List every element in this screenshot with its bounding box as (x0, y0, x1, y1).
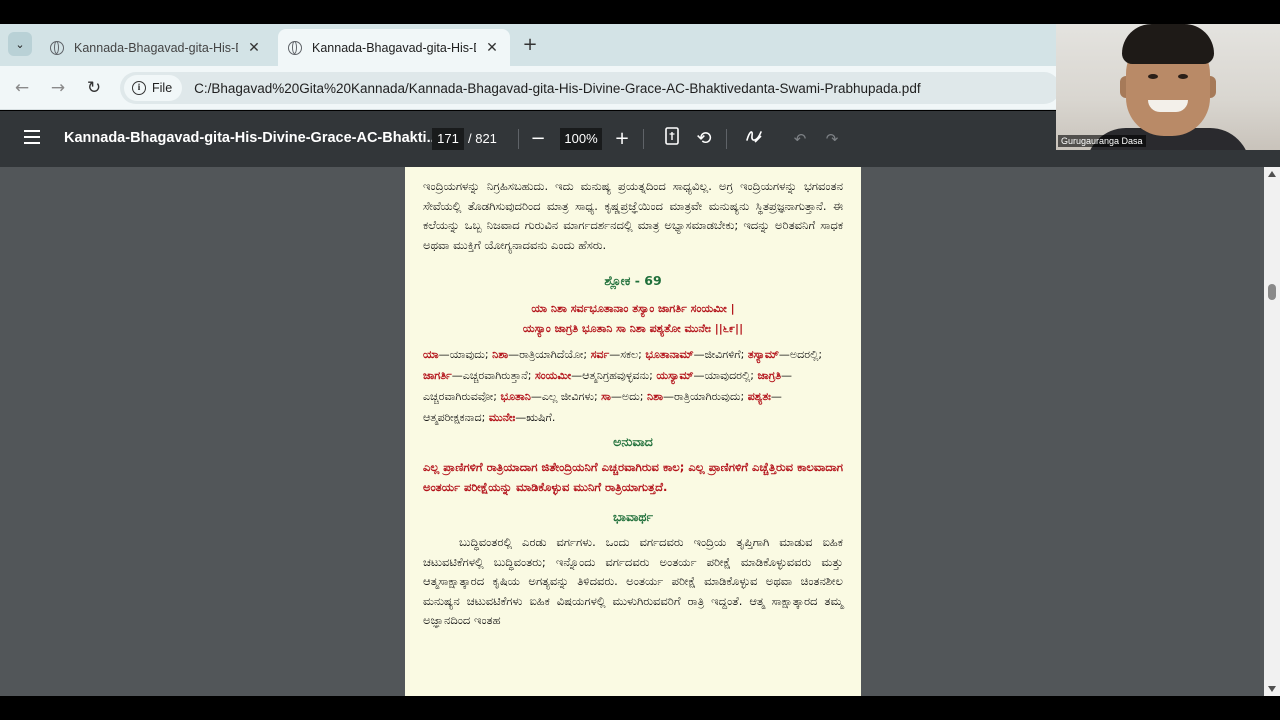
zoom-in-button[interactable]: + (610, 127, 634, 151)
zoom-level-input[interactable]: 100% (560, 128, 602, 150)
globe-icon (50, 40, 64, 55)
presenter-smile (1148, 100, 1188, 112)
presenter-hair (1122, 24, 1214, 64)
tab-title: Kannada-Bhagavad-gita-His-Divine-Grace (312, 40, 476, 55)
verse-line-2: ಯಸ್ಯಾಂ ಜಾಗ್ರತಿ ಭೂತಾನಿ ಸಾ ನಿಶಾ ಪಶ್ಯತೋ ಮುನ… (522, 321, 744, 335)
hamburger-menu-icon[interactable] (24, 130, 40, 144)
word-meaning: —ಅದರಲ್ಲಿ; (778, 348, 823, 361)
word-meaning: —ರಾತ್ರಿಯಾಗಿದೆಯೋ; (508, 348, 591, 361)
word-term: ಸಾ (601, 390, 611, 403)
new-tab-button[interactable]: + (520, 36, 540, 56)
word-term: ಜಾಗ್ರತಿ (757, 369, 782, 382)
site-info-chip[interactable]: i File (124, 75, 183, 101)
word-term: ಜಾಗರ್ತಿ (423, 369, 452, 382)
word-meaning: —ಯಾವುದರಲ್ಲಿ; (693, 369, 758, 382)
pdf-viewer[interactable]: ಇಂದ್ರಿಯಗಳನ್ನು ನಿಗ್ರಹಿಸಬಹುದು. ಇದು ಮನುಷ್ಯ … (0, 167, 1280, 696)
word-term: ಸಂಯಮೀ (534, 369, 572, 382)
close-icon[interactable]: ✕ (484, 39, 500, 56)
word-term: ಭೂತಾನಾಮ್ (645, 348, 694, 361)
word-term: ಪಶ್ಯತಃ (747, 390, 771, 403)
close-icon[interactable]: ✕ (246, 39, 262, 56)
scrollbar[interactable] (1264, 167, 1280, 696)
info-icon: i (132, 81, 146, 95)
tab-1[interactable]: Kannada-Bhagavad-gita-His-Divine-Grace ✕ (40, 29, 272, 66)
screen-top-border (0, 0, 1280, 24)
word-term: ಭೂತಾನಿ (500, 390, 531, 403)
zoom-out-button[interactable]: − (526, 127, 550, 151)
scroll-up-arrow-icon[interactable] (1268, 171, 1276, 177)
draw-annotate-icon[interactable] (742, 127, 766, 151)
redo-icon[interactable]: ↷ (820, 127, 844, 151)
word-meaning: —ಋಷಿಗೆ. (515, 411, 556, 424)
word-term: ನಿಶಾ (492, 348, 509, 361)
word-term: ಯಾ (423, 348, 439, 361)
document-title: Kannada-Bhagavad-gita-His-Divine-Grace-A… (64, 130, 439, 146)
undo-icon[interactable]: ↶ (788, 127, 812, 151)
shloka-heading: ಶ್ಲೋಕ - 69 (604, 273, 662, 288)
toolbar-divider (518, 129, 519, 149)
word-term: ಯಸ್ಯಾಮ್ (656, 369, 694, 382)
forward-arrow-icon[interactable]: → (46, 76, 70, 100)
scrollbar-thumb[interactable] (1268, 284, 1276, 300)
page-number-input[interactable]: 171 (432, 128, 464, 150)
word-term: ನಿಶಾ (646, 390, 663, 403)
presenter-eye (1178, 74, 1188, 79)
anuvada-heading: ಅನುವಾದ (613, 434, 653, 449)
toolbar-divider (643, 129, 644, 149)
chip-label: File (152, 81, 173, 95)
fit-page-icon[interactable] (660, 127, 684, 151)
url-text[interactable]: C:/Bhagavad%20Gita%20Kannada/Kannada-Bha… (194, 81, 920, 96)
word-meaning: —ರಾತ್ರಿಯಾಗಿರುವುದು; (662, 390, 748, 403)
word-meaning: —ಆತ್ಮನಿಗ್ರಹವುಳ್ಳವನು; (571, 369, 657, 382)
page-total: / 821 (468, 131, 497, 146)
webcam-overlay: Gurugauranga Dasa (1056, 24, 1280, 150)
word-meaning: —ಸಕಲ; (609, 348, 646, 361)
tab-2-active[interactable]: Kannada-Bhagavad-gita-His-Divine-Grace ✕ (278, 29, 510, 66)
word-term: ತಸ್ಯಾಮ್ (747, 348, 779, 361)
bhavartha-heading: ಭಾವಾರ್ಥ (613, 509, 653, 524)
screen-bottom-border (0, 696, 1280, 720)
pdf-page: ಇಂದ್ರಿಯಗಳನ್ನು ನಿಗ್ರಹಿಸಬಹುದು. ಇದು ಮನುಷ್ಯ … (405, 167, 861, 696)
word-meanings: ಯಾ—ಯಾವುದು; ನಿಶಾ—ರಾತ್ರಿಯಾಗಿದೆಯೋ; ಸರ್ವ—ಸಕಲ… (423, 344, 843, 428)
presenter-eye (1148, 74, 1158, 79)
word-term: ಸರ್ವ (590, 348, 610, 361)
word-term: ಮುನೇಃ (488, 411, 516, 424)
toolbar-divider (726, 129, 727, 149)
translation: ಎಲ್ಲ ಪ್ರಾಣಿಗಳಿಗೆ ರಾತ್ರಿಯಾದಾಗ ಜಿತೇಂದ್ರಿಯನ… (423, 460, 843, 494)
word-meaning: —ಜೀವಿಗಳಿಗೆ; (693, 348, 748, 361)
back-arrow-icon[interactable]: ← (10, 76, 34, 100)
rotate-icon[interactable]: ⟲ (692, 127, 716, 151)
webcam-name-label: Gurugauranga Dasa (1058, 135, 1146, 147)
word-meaning: —ಎಚ್ಚರವಾಗಿರುತ್ತಾನೆ; (451, 369, 535, 382)
purport-paragraph: ಬುದ್ಧಿವಂತರಲ್ಲಿ ಎರಡು ವರ್ಗಗಳು. ಒಂದು ವರ್ಗದವ… (423, 535, 843, 627)
tab-title: Kannada-Bhagavad-gita-His-Divine-Grace (74, 40, 238, 55)
verse-line-1: ಯಾ ನಿಶಾ ಸರ್ವಭೂತಾನಾಂ ತಸ್ಯಾಂ ಜಾಗರ್ತಿ ಸಂಯಮೀ… (531, 302, 735, 315)
tab-search-chevron-down-icon[interactable]: ⌄ (8, 32, 32, 56)
globe-icon (288, 40, 302, 55)
word-meaning: —ಯಾವುದು; (438, 348, 493, 361)
word-meaning: —ಎಲ್ಲ ಜೀವಿಗಳು; (530, 390, 602, 403)
omnibox[interactable]: i File C:/Bhagavad%20Gita%20Kannada/Kann… (120, 72, 1060, 104)
word-meaning: —ಅದು; (610, 390, 647, 403)
intro-paragraph: ಇಂದ್ರಿಯಗಳನ್ನು ನಿಗ್ರಹಿಸಬಹುದು. ಇದು ಮನುಷ್ಯ … (423, 179, 843, 252)
scroll-down-arrow-icon[interactable] (1268, 686, 1276, 692)
reload-icon[interactable]: ↻ (82, 76, 106, 100)
